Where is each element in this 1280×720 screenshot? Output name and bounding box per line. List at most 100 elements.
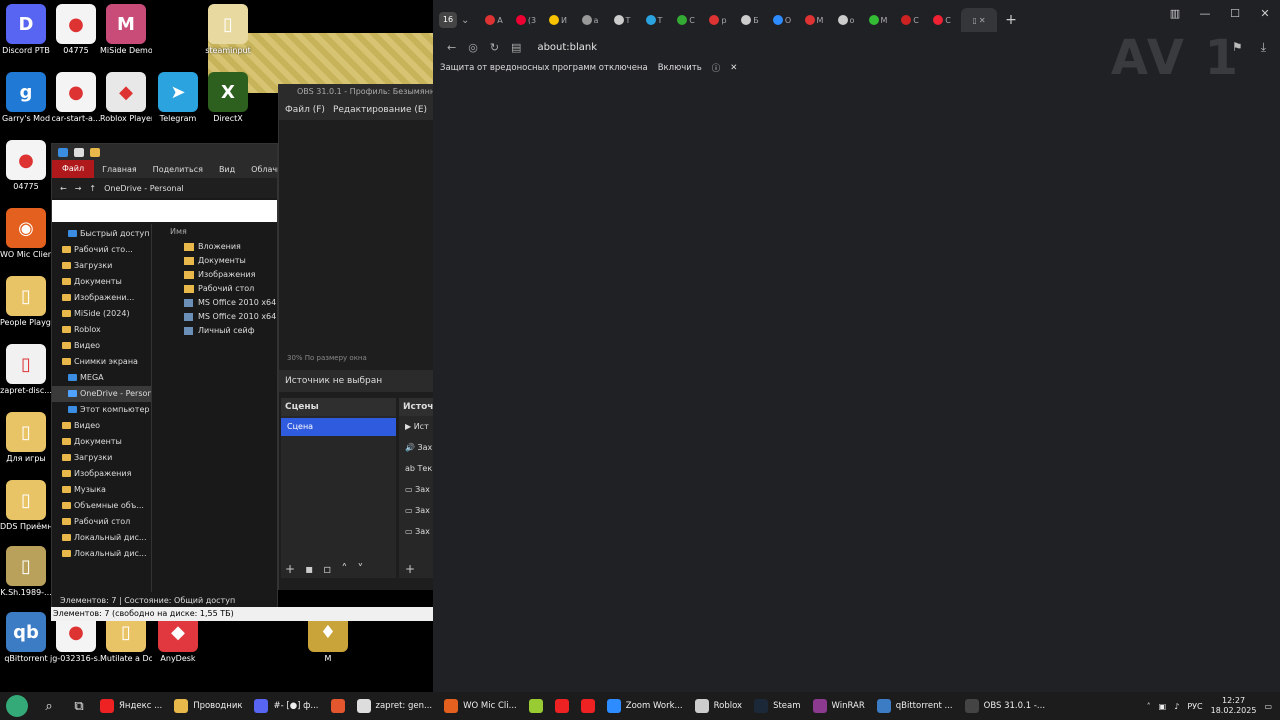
browser-tab[interactable]: р bbox=[703, 8, 733, 32]
desktop-icon[interactable]: qb qBittorrent bbox=[0, 612, 52, 663]
desktop-icon[interactable]: ▯ Для игры bbox=[0, 412, 52, 463]
nav-item[interactable]: Изображения bbox=[52, 466, 151, 482]
desktop-icon[interactable]: ◉ WO Mic Client bbox=[0, 208, 52, 259]
task-view-icon[interactable]: ⧉ bbox=[64, 699, 94, 714]
address-bar[interactable]: about:blank bbox=[537, 42, 597, 53]
tab-search-icon[interactable]: ⌄ bbox=[461, 15, 475, 26]
browser-tab[interactable]: (3 bbox=[511, 8, 541, 32]
ribbon-tab[interactable]: Файл bbox=[52, 160, 95, 178]
download-icon[interactable]: ⤓ bbox=[1261, 40, 1266, 55]
extensions-icon[interactable]: ▥ bbox=[1160, 0, 1190, 28]
tab-count-badge[interactable]: 16 bbox=[439, 12, 457, 28]
nav-item[interactable]: Объемные объ... bbox=[52, 498, 151, 514]
nav-item[interactable]: Изображени... bbox=[52, 290, 151, 306]
desktop-icon[interactable]: ➤ Telegram bbox=[152, 72, 204, 123]
taskbar-app[interactable]: Проводник bbox=[168, 692, 248, 720]
search-box[interactable] bbox=[52, 200, 277, 222]
network-icon[interactable]: ▣ bbox=[1159, 702, 1167, 711]
chevron-up-icon[interactable]: ˄ bbox=[341, 562, 347, 576]
nav-item[interactable]: Видео bbox=[52, 418, 151, 434]
nav-item[interactable]: Снимки экрана bbox=[52, 354, 151, 370]
taskbar-app[interactable] bbox=[325, 692, 351, 720]
file-item[interactable]: MS Office 2010 x64 — копи bbox=[184, 296, 277, 310]
source-item[interactable]: ab Тек bbox=[399, 458, 435, 479]
address-path[interactable]: OneDrive - Personal bbox=[104, 184, 184, 193]
maximize-icon[interactable]: ☐ bbox=[1220, 0, 1250, 28]
tray-expand-icon[interactable]: ˄ bbox=[1147, 702, 1151, 711]
source-item[interactable]: 🔊 Зах bbox=[399, 437, 435, 458]
browser-window[interactable]: 16 ⌄ А (3 Иa Т Т Ср Б О Мо М С С ▯ ✕ + ▥ — ☐ ✕ ← ◎ … bbox=[433, 0, 1280, 692]
desktop-icon[interactable]: ● 04775 bbox=[0, 140, 52, 191]
nav-item[interactable]: MEGA bbox=[52, 370, 151, 386]
file-item[interactable]: Документы bbox=[184, 254, 277, 268]
desktop-icon[interactable]: M MiSide Demo bbox=[100, 4, 152, 55]
search-icon[interactable]: ⌕ bbox=[34, 699, 64, 714]
help-icon[interactable]: ⓘ bbox=[712, 62, 721, 74]
nav-item[interactable]: Рабочий сто... bbox=[52, 242, 151, 258]
clock[interactable]: 12:27 18.02.2025 bbox=[1211, 696, 1257, 716]
browser-tab[interactable]: Т bbox=[639, 8, 669, 32]
browser-tab[interactable]: М bbox=[863, 8, 893, 32]
nav-item[interactable]: Roblox bbox=[52, 322, 151, 338]
file-item[interactable]: Изображения bbox=[184, 268, 277, 282]
desktop-icon[interactable]: ▯ People Playgrou... bbox=[0, 276, 52, 327]
nav-item[interactable]: Рабочий стол bbox=[52, 514, 151, 530]
nav-item[interactable]: Загрузки bbox=[52, 258, 151, 274]
enable-button[interactable]: Включить bbox=[658, 63, 702, 73]
tab-active[interactable]: ▯ ✕ bbox=[961, 8, 997, 32]
taskbar-app[interactable]: Steam bbox=[748, 692, 806, 720]
new-tab-button[interactable]: + bbox=[1001, 12, 1021, 28]
taskbar-app[interactable]: WO Mic Cli... bbox=[438, 692, 523, 720]
trash-icon[interactable]: ▪ bbox=[305, 562, 313, 576]
volume-icon[interactable]: ♪ bbox=[1174, 702, 1179, 711]
ribbon-tab[interactable]: Главная bbox=[94, 165, 145, 174]
browser-tab[interactable]: А bbox=[479, 8, 509, 32]
obs-window[interactable]: OBS 31.0.1 - Профиль: Безымянный - Файл … bbox=[278, 84, 435, 590]
language-indicator[interactable]: РУС bbox=[1187, 702, 1202, 711]
nav-item[interactable]: Видео bbox=[52, 338, 151, 354]
taskbar-app[interactable]: WinRAR bbox=[807, 692, 871, 720]
desktop-icon[interactable]: ● 04775 bbox=[50, 4, 102, 55]
file-item[interactable]: Личный сейф bbox=[184, 324, 277, 338]
browser-tab[interactable]: Т bbox=[607, 8, 637, 32]
nav-item[interactable]: Этот компьютер bbox=[52, 402, 151, 418]
obs-menu-item[interactable]: Файл (F) bbox=[285, 105, 325, 115]
obs-preview[interactable] bbox=[279, 120, 434, 354]
desktop-icon[interactable]: ▯ zapret-disc... bbox=[0, 344, 52, 395]
explorer-titlebar[interactable] bbox=[52, 144, 277, 160]
close-icon[interactable]: ✕ bbox=[1250, 0, 1280, 28]
add-source-icon[interactable]: + bbox=[405, 562, 415, 576]
browser-tab[interactable]: И bbox=[543, 8, 573, 32]
file-item[interactable]: Вложения bbox=[184, 240, 277, 254]
desktop-icon[interactable]: ▯ DDS Приёмник bbox=[0, 480, 52, 531]
chevron-down-icon[interactable]: ˅ bbox=[357, 562, 363, 576]
taskbar-app[interactable] bbox=[575, 692, 601, 720]
taskbar-app[interactable]: Zoom Work... bbox=[601, 692, 689, 720]
protect-icon[interactable]: ◎ bbox=[468, 41, 478, 54]
desktop-icon[interactable]: D Discord PTB bbox=[0, 4, 52, 55]
taskbar-app[interactable]: #- [●] ф... bbox=[248, 692, 324, 720]
source-item[interactable]: ▭ Зах bbox=[399, 479, 435, 500]
taskbar-app[interactable]: zapret: gen... bbox=[351, 692, 439, 720]
desktop-icon[interactable]: ▯ steaminput bbox=[202, 4, 254, 55]
browser-tab[interactable]: С bbox=[927, 8, 957, 32]
taskbar-app[interactable]: qBittorrent ... bbox=[871, 692, 959, 720]
start-button[interactable] bbox=[0, 692, 34, 720]
nav-item[interactable]: Быстрый доступ bbox=[52, 226, 151, 242]
nav-item[interactable]: Локальный дис... bbox=[52, 530, 151, 546]
infobar-close-icon[interactable]: ✕ bbox=[730, 63, 737, 73]
filter-icon[interactable]: ▫ bbox=[323, 562, 331, 576]
nav-item[interactable]: Загрузки bbox=[52, 450, 151, 466]
browser-tab[interactable]: о bbox=[831, 8, 861, 32]
back-arrow-icon[interactable]: ← bbox=[60, 184, 67, 193]
properties-icon[interactable] bbox=[74, 147, 84, 157]
file-item[interactable]: MS Office 2010 x64 bbox=[184, 310, 277, 324]
minimize-icon[interactable]: — bbox=[1190, 0, 1220, 28]
file-explorer-window[interactable]: Файл Главная Поделиться Вид Облачное ← → ↑ O… bbox=[51, 143, 292, 621]
desktop-icon[interactable]: ◆ Roblox Player bbox=[100, 72, 152, 123]
taskbar-app[interactable]: Яндекс ... bbox=[94, 692, 168, 720]
column-header-name[interactable]: Имя bbox=[170, 224, 277, 240]
explorer-address-bar[interactable]: ← → ↑ OneDrive - Personal bbox=[52, 178, 277, 198]
taskbar-app[interactable]: OBS 31.0.1 -... bbox=[959, 692, 1051, 720]
folder-icon[interactable] bbox=[90, 147, 100, 157]
